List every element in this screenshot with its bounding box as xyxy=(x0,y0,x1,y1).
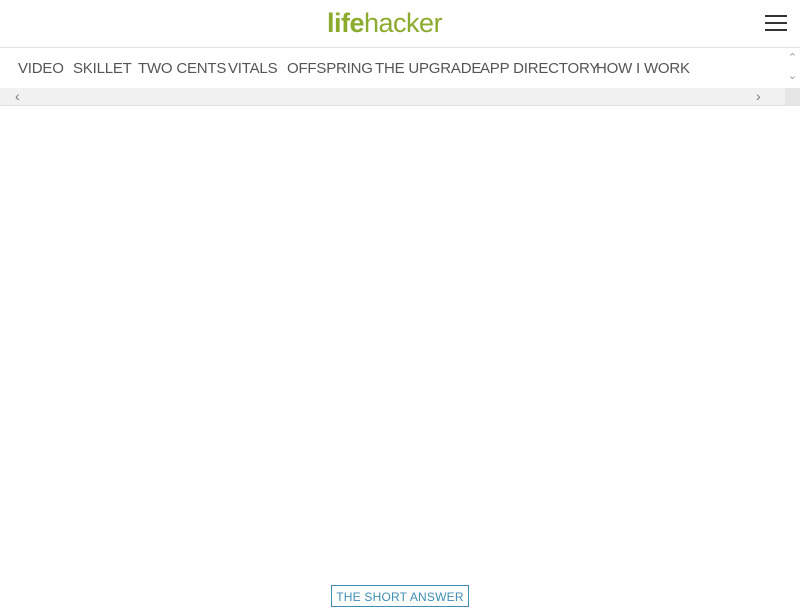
nav-item-vitals[interactable]: VITALS xyxy=(228,60,278,77)
nav-item-video[interactable]: VIDEO xyxy=(18,60,64,77)
chevron-right-icon[interactable]: › xyxy=(756,89,761,104)
nav-horizontal-scrollbar[interactable]: ‹ › xyxy=(0,88,800,106)
nav-item-offspring[interactable]: OFFSPRING xyxy=(287,60,373,77)
nav-item-app-directory[interactable]: APP DIRECTORY xyxy=(480,60,599,77)
logo-hacker-text: hacker xyxy=(364,8,443,38)
lifehacker-logo[interactable]: lifehacker xyxy=(327,8,443,38)
nav-item-how-i-work[interactable]: HOW I WORK xyxy=(596,60,690,77)
nav-item-skillet[interactable]: SKILLET xyxy=(73,60,132,77)
scrollbar-corner xyxy=(785,88,800,105)
menu-line xyxy=(765,29,787,31)
chevron-down-icon[interactable]: ⌄ xyxy=(787,71,798,82)
logo-life-text: life xyxy=(327,8,365,38)
menu-line xyxy=(765,15,787,17)
chevron-left-icon[interactable]: ‹ xyxy=(15,89,20,104)
chevron-up-icon[interactable]: ⌃ xyxy=(787,53,798,64)
nav-item-the-upgrade[interactable]: THE UPGRADE xyxy=(375,60,481,77)
article-tag-badge[interactable]: THE SHORT ANSWER xyxy=(331,585,469,607)
category-nav: VIDEO SKILLET TWO CENTS VITALS OFFSPRING… xyxy=(0,48,785,88)
site-header: lifehacker xyxy=(0,0,800,48)
hamburger-menu-icon[interactable] xyxy=(765,14,787,33)
article-content-area xyxy=(0,106,800,600)
menu-line xyxy=(765,22,787,24)
nav-item-two-cents[interactable]: TWO CENTS xyxy=(138,60,226,77)
nav-vertical-scrollbar[interactable]: ⌃ ⌄ xyxy=(785,48,800,88)
